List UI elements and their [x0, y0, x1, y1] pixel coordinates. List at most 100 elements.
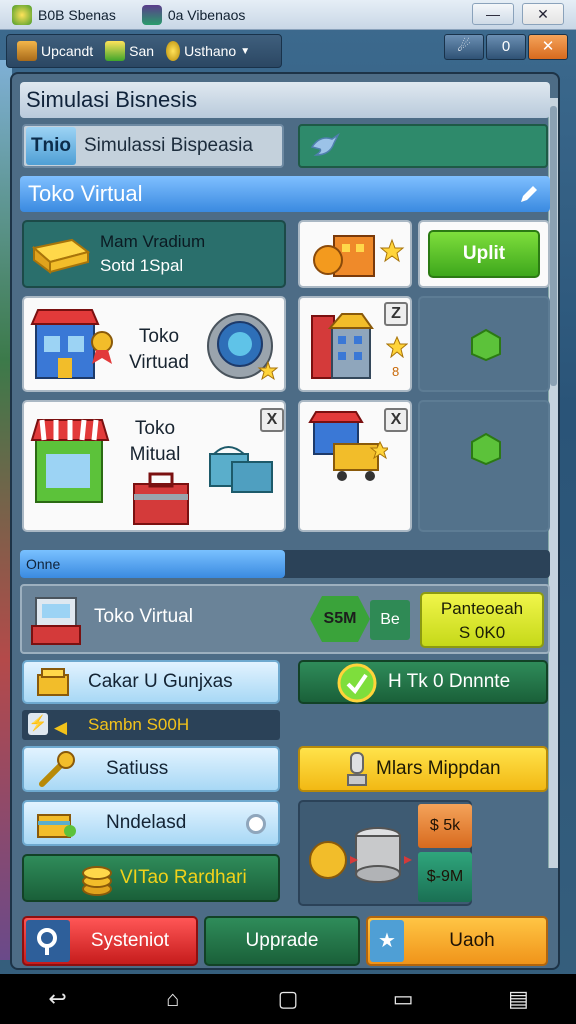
action-button-6[interactable]: VITao Rardhari	[22, 854, 280, 902]
action-button-5-label: Nndelasd	[106, 812, 187, 833]
search-input[interactable]: Tnio Simulassi Bispeasia	[22, 124, 284, 168]
restore-button[interactable]: 0	[486, 34, 526, 60]
upgrade-bottom-label: Upprade	[245, 930, 319, 951]
recent-apps-icon[interactable]: ▢	[270, 984, 306, 1014]
cube-icon	[471, 328, 501, 362]
close-button[interactable]: ✕	[522, 3, 564, 25]
scroll-thumb[interactable]	[550, 106, 557, 386]
cash-hexagon[interactable]: S5M	[310, 596, 370, 642]
app-close-button[interactable]: ✕	[528, 34, 568, 60]
os-tab-1[interactable]: B0B Sbenas	[6, 3, 122, 27]
action-button-3[interactable]: Satiuss	[22, 746, 280, 792]
home-icon[interactable]: ⌂	[155, 984, 191, 1014]
launch-button[interactable]: ★ Uaoh	[366, 916, 548, 966]
search-text: Simulassi Bispeasia	[84, 135, 253, 156]
launch-button-label: Uaoh	[449, 930, 495, 951]
pin-button[interactable]: ☄	[444, 34, 484, 60]
progress-fill: Onne	[20, 550, 285, 578]
search-tag[interactable]: Tnio	[26, 127, 76, 165]
empty-slot-2[interactable]	[418, 400, 550, 532]
upgrade-cta-button[interactable]: Panteoeah S 0K0	[420, 592, 544, 648]
coin-icon	[166, 41, 181, 61]
notice-label: Sambn S00H	[88, 715, 190, 734]
store-card-1[interactable]: Toko Virtuad	[22, 296, 286, 392]
package-icon	[37, 814, 76, 838]
store-1-label-a: Toko	[138, 326, 180, 347]
app-icon	[12, 4, 32, 25]
summary-label: Toko Virtual	[94, 606, 193, 627]
panel-title: Simulasi Bisnesis	[20, 82, 550, 118]
progress-label: Onne	[26, 556, 61, 572]
trophy-icon	[347, 752, 367, 786]
save-label: San	[129, 43, 155, 59]
action-button-3-label: Satiuss	[106, 758, 169, 779]
factory-coin-icon	[313, 235, 405, 277]
store-icon	[30, 309, 113, 379]
money-stack-icon	[32, 238, 90, 274]
empty-slot-1[interactable]	[418, 296, 550, 392]
chevron-down-icon: ▼	[240, 45, 251, 57]
system-button-label: Systeniot	[90, 930, 170, 951]
edit-icon[interactable]	[518, 183, 540, 205]
toolbox-icon	[133, 472, 189, 525]
upload-menu[interactable]: Upcandt	[13, 41, 97, 61]
cash-tab[interactable]: Be	[370, 600, 410, 640]
building-card[interactable]: Z 8	[298, 296, 412, 392]
save-menu[interactable]: San	[101, 41, 158, 61]
badge-store-bottom[interactable]: X	[384, 408, 408, 432]
upgrade-bottom-button[interactable]: Upprade	[204, 916, 360, 966]
store-1-label-b: Virtuad	[129, 352, 189, 373]
store-card-2[interactable]: Toko Mitual X	[22, 400, 286, 532]
menu-icon[interactable]: ▤	[500, 984, 536, 1014]
action-button-5[interactable]: Nndelasd	[22, 800, 280, 846]
badge-store-2[interactable]: X	[260, 408, 284, 432]
action-button-1[interactable]: Cakar U Gunjxas	[22, 660, 280, 704]
star-icon	[386, 336, 408, 358]
upgrade-button[interactable]: Uplit	[428, 230, 540, 278]
magnifier-icon	[37, 928, 57, 955]
radio-icon[interactable]	[246, 814, 266, 834]
action-button-1-label: Cakar U Gunjxas	[88, 671, 233, 692]
share-button[interactable]	[298, 124, 548, 168]
notice-strip[interactable]: ⚡ ◀ Sambn S00H	[22, 710, 280, 740]
small-badge: 8	[392, 364, 400, 379]
os-tab-2[interactable]: 0a Vibenaos	[136, 3, 252, 27]
user-menu[interactable]: Usthano ▼	[162, 41, 254, 61]
section-header-store: Toko Virtual	[20, 176, 550, 212]
upload-label: Upcandt	[41, 43, 94, 59]
coin-stack-icon	[309, 827, 412, 883]
price-tag-2[interactable]: $-9M	[418, 852, 472, 902]
featured-line-1: Mam Vradium	[100, 232, 206, 251]
box-icon	[17, 41, 37, 61]
window-icon[interactable]: ▭	[385, 984, 421, 1014]
featured-store-card[interactable]: Mam Vradium Sotd 1Spal	[22, 220, 286, 288]
action-button-2[interactable]: H Tk 0 Dnnnte	[298, 660, 548, 704]
money-icon	[105, 41, 126, 61]
coins-icon	[82, 866, 112, 896]
price-tag-1[interactable]: $ 5k	[418, 804, 472, 848]
minimize-button[interactable]: —	[472, 3, 514, 25]
cart-card[interactable]: X	[298, 400, 412, 532]
progress-bar: Onne	[20, 550, 550, 578]
action-button-6-label: VITao Rardhari	[120, 867, 247, 888]
cart-icon	[308, 411, 388, 481]
system-button[interactable]: Systeniot	[22, 916, 198, 966]
user-label: Usthano	[184, 43, 237, 59]
action-button-4[interactable]: Mlars Mippdan	[298, 746, 548, 792]
lightning-icon: ⚡	[28, 713, 48, 735]
search-row: Tnio Simulassi Bispeasia	[22, 124, 548, 168]
action-button-4-label: Mlars Mippdan	[376, 758, 501, 779]
os-tab-2-label: 0a Vibenaos	[167, 6, 246, 23]
building-icon	[311, 313, 374, 379]
cube-icon	[471, 432, 501, 466]
back-icon[interactable]: ↩	[40, 984, 76, 1014]
check-coin-icon	[337, 663, 377, 703]
factory-card[interactable]	[298, 220, 412, 288]
featured-line-2: Sotd 1Spal	[100, 256, 184, 275]
badge-store-top[interactable]: Z	[384, 302, 408, 326]
upgrade-card: Uplit	[418, 220, 550, 288]
upgrade-cta-line-1: Panteoeah	[440, 599, 524, 618]
action-button-2-label: H Tk 0 Dnnnte	[388, 671, 511, 692]
upgrade-cta-line-2: S 0K0	[458, 623, 506, 642]
app-toolbar: Upcandt San Usthano ▼	[6, 34, 282, 68]
